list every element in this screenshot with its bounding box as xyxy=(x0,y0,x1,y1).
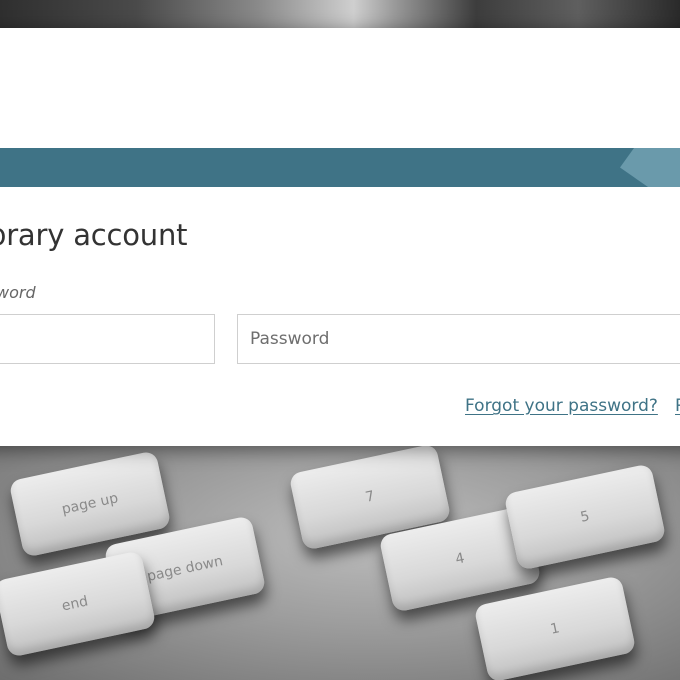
password-input[interactable] xyxy=(237,314,680,364)
key-legend: 4 xyxy=(453,550,467,568)
modal-banner xyxy=(0,148,680,187)
key-legend: 1 xyxy=(548,620,562,638)
login-heading: brary account xyxy=(0,218,188,252)
key-legend: page down xyxy=(145,553,225,585)
keyboard-key-end: end xyxy=(0,550,157,658)
background-photo-keyboard: page up page down end 7 4 5 1 xyxy=(0,440,680,680)
username-input[interactable] xyxy=(0,314,215,364)
keyboard-key-1: 1 xyxy=(473,575,637,680)
field-label: word xyxy=(0,283,36,302)
keyboard-key-5: 5 xyxy=(503,463,667,571)
key-legend: 7 xyxy=(363,488,377,506)
screen: page up page down end 7 4 5 1 brary acco… xyxy=(0,0,680,680)
forgot-password-link[interactable]: Forgot your password? xyxy=(465,396,658,416)
key-legend: 5 xyxy=(578,508,592,526)
key-legend: end xyxy=(60,593,90,615)
secondary-link[interactable]: R xyxy=(675,396,680,416)
key-legend: page up xyxy=(60,490,120,518)
